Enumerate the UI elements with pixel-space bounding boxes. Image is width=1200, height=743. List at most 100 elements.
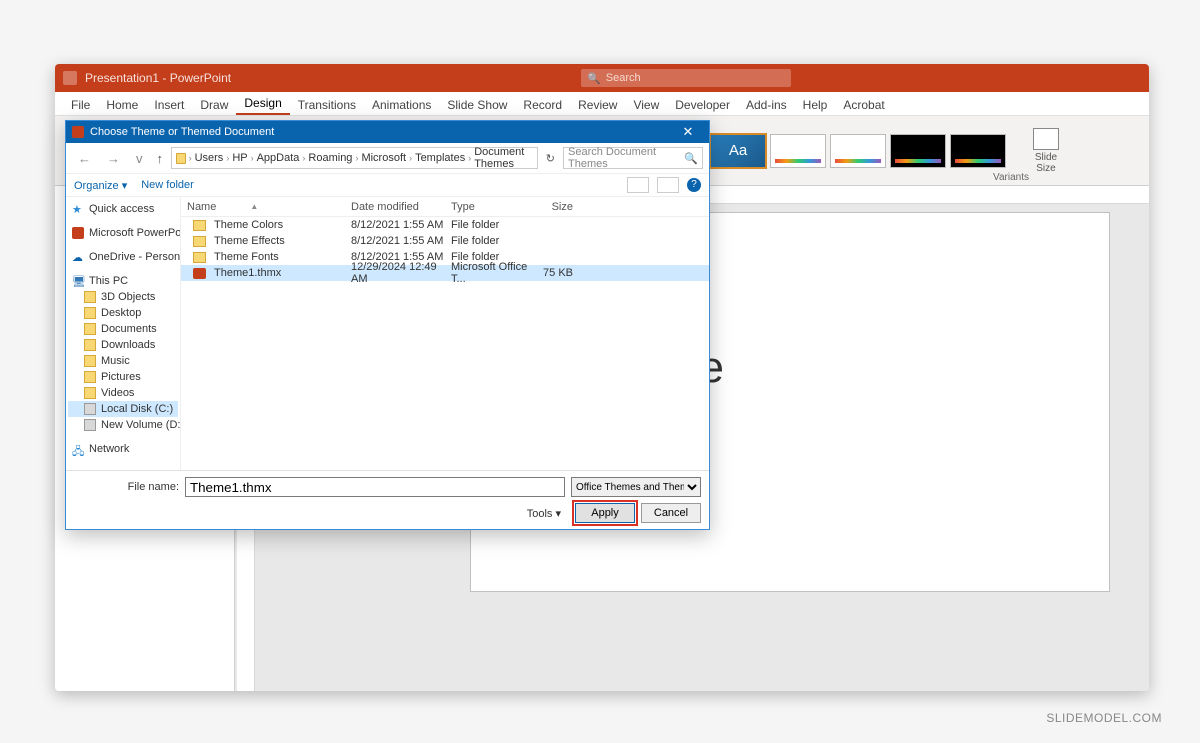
sidebar-local-disk[interactable]: Local Disk (C:) xyxy=(68,401,178,417)
folder-icon xyxy=(84,371,96,383)
dialog-nav-bar: ← → v ↑ ›Users›HP›AppData›Roaming›Micros… xyxy=(66,143,709,173)
file-name-input[interactable] xyxy=(185,477,565,497)
folder-icon xyxy=(193,220,206,231)
choose-theme-dialog: Choose Theme or Themed Document ✕ ← → v … xyxy=(65,120,710,530)
folder-icon xyxy=(84,339,96,351)
file-row[interactable]: Theme Colors8/12/2021 1:55 AMFile folder xyxy=(181,217,709,233)
titlebar-search[interactable]: 🔍 Search xyxy=(581,69,791,87)
sidebar-powerpoint[interactable]: Microsoft PowerPoint xyxy=(68,225,178,241)
search-icon: 🔍 xyxy=(587,72,601,85)
powerpoint-app-icon xyxy=(63,71,77,85)
sidebar-network[interactable]: 🖧Network xyxy=(68,441,178,457)
theme-variant-thumb[interactable] xyxy=(770,134,826,168)
tab-record[interactable]: Record xyxy=(515,94,570,115)
preview-pane-button[interactable] xyxy=(657,177,679,193)
crumb-templates[interactable]: Templates xyxy=(415,152,465,164)
col-size[interactable]: Size xyxy=(531,201,581,213)
tab-view[interactable]: View xyxy=(625,94,667,115)
cancel-button[interactable]: Cancel xyxy=(641,503,701,523)
folder-icon xyxy=(84,387,96,399)
col-date[interactable]: Date modified xyxy=(351,201,451,213)
tab-developer[interactable]: Developer xyxy=(667,94,738,115)
col-type[interactable]: Type xyxy=(451,201,531,213)
theme-variant-thumb[interactable]: Aa xyxy=(710,134,766,168)
theme-variant-thumb[interactable] xyxy=(830,134,886,168)
dialog-sidebar: ★Quick access Microsoft PowerPoint ☁OneD… xyxy=(66,197,181,470)
crumb-appdata[interactable]: AppData xyxy=(257,152,300,164)
tab-transitions[interactable]: Transitions xyxy=(290,94,364,115)
tab-add-ins[interactable]: Add-ins xyxy=(738,94,795,115)
crumb-roaming[interactable]: Roaming xyxy=(308,152,352,164)
slide-size-label: Slide Size xyxy=(1035,152,1057,174)
nav-forward-button[interactable]: → xyxy=(101,149,126,168)
slide-size-group[interactable]: Slide Size xyxy=(1026,128,1066,174)
nav-recent-dropdown[interactable]: v xyxy=(130,149,149,168)
search-placeholder: Search Document Themes xyxy=(568,146,684,170)
sidebar-downloads[interactable]: Downloads xyxy=(68,337,178,353)
file-row[interactable]: Theme Effects8/12/2021 1:55 AMFile folde… xyxy=(181,233,709,249)
sidebar-pictures[interactable]: Pictures xyxy=(68,369,178,385)
breadcrumb: ›Users›HP›AppData›Roaming›Microsoft›Temp… xyxy=(171,147,538,169)
tab-file[interactable]: File xyxy=(63,94,98,115)
dialog-body: ★Quick access Microsoft PowerPoint ☁OneD… xyxy=(66,197,709,470)
tools-dropdown[interactable]: Tools ▾ xyxy=(527,507,561,520)
color-stripe-icon xyxy=(895,159,941,163)
tab-design[interactable]: Design xyxy=(236,92,289,115)
sidebar-quick-access[interactable]: ★Quick access xyxy=(68,201,178,217)
refresh-button[interactable]: ↻ xyxy=(542,152,559,165)
col-name[interactable]: Name▲ xyxy=(181,201,351,213)
chevron-right-icon: › xyxy=(355,153,358,163)
crumb-hp[interactable]: HP xyxy=(232,152,247,164)
folder-icon xyxy=(84,307,96,319)
dialog-title: Choose Theme or Themed Document xyxy=(90,126,274,138)
file-row[interactable]: Theme1.thmx12/29/2024 12:49 AMMicrosoft … xyxy=(181,265,709,281)
pc-icon: 🖥 xyxy=(72,275,84,287)
folder-icon xyxy=(84,323,96,335)
close-button[interactable]: ✕ xyxy=(673,124,703,140)
powerpoint-icon xyxy=(72,126,84,138)
sidebar-new-volume[interactable]: New Volume (D:) xyxy=(68,417,178,433)
sidebar-videos[interactable]: Videos xyxy=(68,385,178,401)
powerpoint-icon xyxy=(72,227,84,239)
dialog-titlebar: Choose Theme or Themed Document ✕ xyxy=(66,121,709,143)
apply-button[interactable]: Apply xyxy=(575,503,635,523)
dialog-footer: File name: Office Themes and Themed Do T… xyxy=(66,470,709,529)
crumb-document-themes[interactable]: Document Themes xyxy=(474,146,533,170)
tab-acrobat[interactable]: Acrobat xyxy=(835,94,892,115)
dialog-search-input[interactable]: Search Document Themes 🔍 xyxy=(563,147,703,169)
sidebar-desktop[interactable]: Desktop xyxy=(68,305,178,321)
chevron-right-icon: › xyxy=(226,153,229,163)
crumb-microsoft[interactable]: Microsoft xyxy=(361,152,406,164)
sort-arrow-icon: ▲ xyxy=(250,202,258,211)
folder-icon xyxy=(84,355,96,367)
sidebar-music[interactable]: Music xyxy=(68,353,178,369)
color-stripe-icon xyxy=(835,159,881,163)
sidebar-documents[interactable]: Documents xyxy=(68,321,178,337)
ribbon-tabs: FileHomeInsertDrawDesignTransitionsAnima… xyxy=(55,92,1149,116)
tab-draw[interactable]: Draw xyxy=(192,94,236,115)
organize-button[interactable]: Organize ▾ xyxy=(74,179,127,192)
file-type-filter[interactable]: Office Themes and Themed Do xyxy=(571,477,701,497)
folder-icon xyxy=(193,252,206,263)
help-icon[interactable]: ? xyxy=(687,178,701,192)
tab-animations[interactable]: Animations xyxy=(364,94,439,115)
drive-icon xyxy=(84,403,96,415)
file-list-header: Name▲ Date modified Type Size xyxy=(181,197,709,217)
tab-review[interactable]: Review xyxy=(570,94,625,115)
sidebar-this-pc[interactable]: 🖥This PC xyxy=(68,273,178,289)
app-titlebar: Presentation1 - PowerPoint 🔍 Search xyxy=(55,64,1149,92)
nav-back-button[interactable]: ← xyxy=(72,149,97,168)
sidebar-3d-objects[interactable]: 3D Objects xyxy=(68,289,178,305)
file-list: Name▲ Date modified Type Size Theme Colo… xyxy=(181,197,709,470)
crumb-users[interactable]: Users xyxy=(195,152,224,164)
theme-variant-thumb[interactable] xyxy=(950,134,1006,168)
tab-insert[interactable]: Insert xyxy=(146,94,192,115)
tab-help[interactable]: Help xyxy=(795,94,836,115)
sidebar-onedrive[interactable]: ☁OneDrive - Personal xyxy=(68,249,178,265)
new-folder-button[interactable]: New folder xyxy=(141,179,194,191)
view-mode-button[interactable] xyxy=(627,177,649,193)
nav-up-button[interactable]: ↑ xyxy=(153,149,168,168)
theme-variant-thumb[interactable] xyxy=(890,134,946,168)
tab-home[interactable]: Home xyxy=(98,94,146,115)
tab-slide-show[interactable]: Slide Show xyxy=(439,94,515,115)
